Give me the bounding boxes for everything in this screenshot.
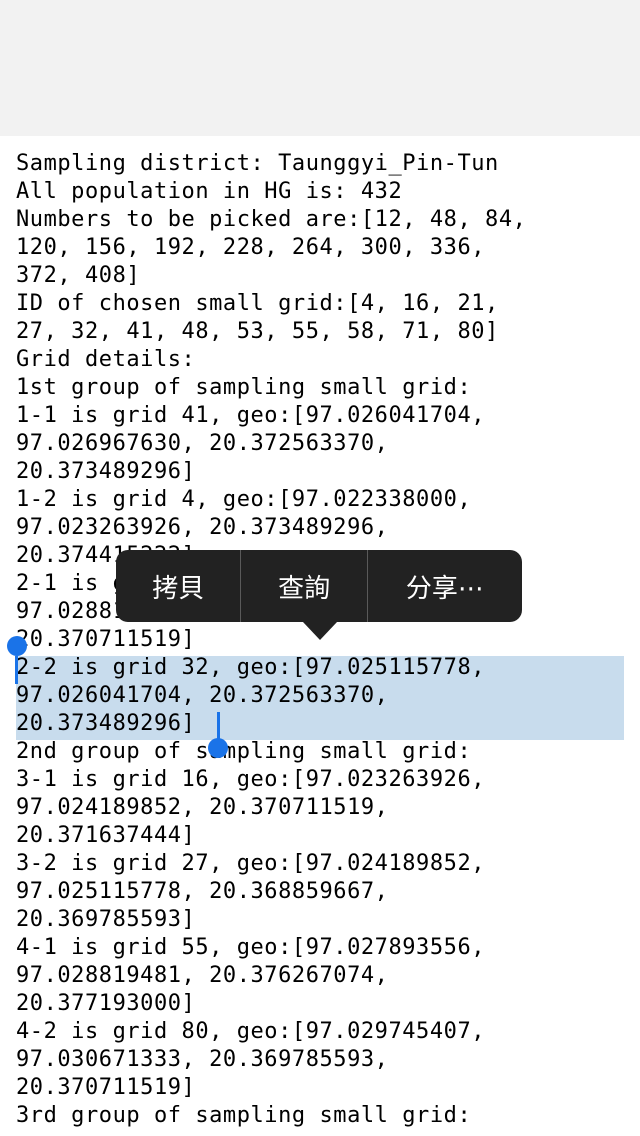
document-line: 3rd group of sampling small grid: [16, 1103, 472, 1128]
document-line: All population in HG is: 432 [16, 179, 403, 204]
document-line: 20.369785593] [16, 907, 196, 932]
document-line: 97.030671333, 20.369785593, [16, 1047, 389, 1072]
document-line: 27, 32, 41, 48, 53, 55, 58, 71, 80] [16, 319, 499, 344]
selection-end-bar [217, 712, 220, 740]
document-line: 20.370711519] [16, 1075, 196, 1100]
document-view[interactable]: Sampling district: Taunggyi_Pin-Tun All … [0, 136, 640, 1136]
selection-start-bar [15, 656, 18, 684]
selected-document-line: 20.373489296] [16, 711, 196, 736]
document-line: Sampling district: Taunggyi_Pin-Tun [16, 151, 499, 176]
document-line: 3-1 is grid 16, geo:[97.023263926, [16, 767, 486, 792]
document-line: ID of chosen small grid:[4, 16, 21, [16, 291, 499, 316]
menu-pointer-arrow [303, 622, 337, 640]
document-line: 20.371637444] [16, 823, 196, 848]
document-line: Numbers to be picked are:[12, 48, 84, [16, 207, 527, 232]
document-line: Grid details: [16, 347, 196, 372]
document-line: 4-2 is grid 80, geo:[97.029745407, [16, 1019, 486, 1044]
document-line: 4-1 is grid 55, geo:[97.027893556, [16, 935, 486, 960]
share-menu-item[interactable]: 分享⋯ [368, 550, 522, 622]
selection-end-handle[interactable] [208, 738, 228, 758]
lookup-menu-item[interactable]: 查詢 [241, 550, 366, 622]
document-line: 20.377193000] [16, 991, 196, 1016]
edit-context-menu: 拷貝 查詢 分享⋯ [116, 550, 522, 622]
selected-document-line: 2-2 is grid 32, geo:[97.025115778, [16, 655, 486, 680]
top-bar [0, 0, 640, 136]
document-line: 97.026967630, 20.372563370, [16, 431, 389, 456]
document-line: 20.370711519] [16, 627, 196, 652]
document-line: 1st group of sampling small grid: [16, 375, 472, 400]
document-line: 2nd group of sampling small grid: [16, 739, 472, 764]
document-line: 120, 156, 192, 228, 264, 300, 336, [16, 235, 486, 260]
copy-menu-item[interactable]: 拷貝 [116, 550, 240, 622]
document-line: 3-2 is grid 27, geo:[97.024189852, [16, 851, 486, 876]
document-line: 1-2 is grid 4, geo:[97.022338000, [16, 487, 472, 512]
document-line: 1-1 is grid 41, geo:[97.026041704, [16, 403, 486, 428]
document-line: 97.024189852, 20.370711519, [16, 795, 389, 820]
document-line: 372, 408] [16, 263, 141, 288]
selected-document-line: 97.026041704, 20.372563370, [16, 683, 389, 708]
document-line: 97.025115778, 20.368859667, [16, 879, 389, 904]
document-line: 97.028819481, 20.376267074, [16, 963, 389, 988]
document-line: 97.023263926, 20.373489296, [16, 515, 389, 540]
selection-start-handle[interactable] [7, 636, 27, 656]
document-line: 20.373489296] [16, 459, 196, 484]
